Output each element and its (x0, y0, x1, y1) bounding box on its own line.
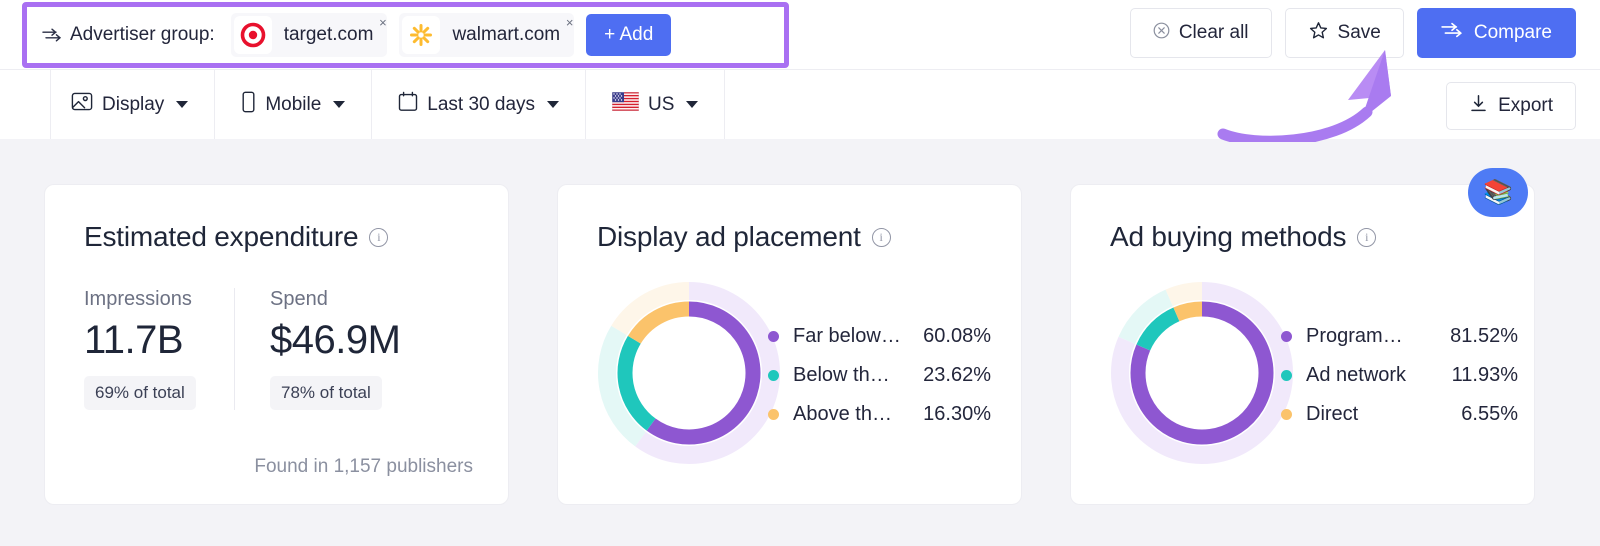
filter-country[interactable]: US (586, 70, 726, 139)
publishers-found-text: Found in 1,157 publishers (254, 456, 473, 477)
calendar-icon (398, 91, 418, 118)
filter-group: Display Mobile Last 30 days US (50, 70, 726, 139)
metric-value: 11.7B (84, 318, 184, 362)
star-icon (1308, 20, 1329, 47)
legend-item[interactable]: Direct 6.55% (1281, 403, 1518, 426)
legend-label: Above th… (793, 403, 892, 425)
chevron-down-icon (176, 101, 189, 108)
legend-color-swatch (768, 331, 779, 342)
help-resources-button[interactable]: 📚 (1468, 168, 1528, 217)
advertiser-chip-walmart[interactable]: walmart.com × (399, 13, 577, 57)
close-icon[interactable]: × (562, 15, 577, 30)
legend-item[interactable]: Ad network 11.93% (1281, 364, 1518, 387)
advertiser-chip-name: target.com (283, 24, 374, 45)
advertiser-group-label: Advertiser group: (70, 24, 215, 45)
export-label: Export (1498, 95, 1553, 116)
filter-row: Display Mobile Last 30 days US (0, 69, 1600, 139)
legend-label: Direct (1306, 403, 1359, 425)
legend-value: 60.08% (923, 325, 991, 347)
donut-chart-ad-buying-methods (1110, 281, 1294, 465)
legend-ad-buying-methods: Program… 81.52% Ad network 11.93% Direct… (1281, 325, 1518, 426)
filter-display-label: Display (102, 93, 165, 115)
clear-all-label: Clear all (1178, 22, 1249, 43)
toolbar-actions: Clear all Save Compare (1129, 8, 1576, 58)
donut-chart-display-ad-placement (597, 281, 781, 465)
chevron-down-icon (686, 101, 699, 108)
compare-label: Compare (1473, 22, 1552, 43)
legend-color-swatch (1281, 331, 1292, 342)
target-logo-icon (233, 16, 272, 54)
legend-value: 6.55% (1461, 403, 1518, 425)
status-badge: 78% of total (270, 376, 382, 410)
legend-value: 16.30% (923, 403, 991, 425)
legend-label: Far below… (793, 325, 901, 347)
compare-arrows-icon (1441, 22, 1463, 44)
card-ad-buying-methods: Ad buying methods i Program… 81.52% Ad n… (1070, 184, 1535, 505)
metrics-group: Impressions 11.7B 69% of total Spend $46… (84, 288, 419, 410)
metric-label: Impressions (84, 288, 192, 310)
top-toolbar: Advertiser group: target.com × walmart.c… (0, 0, 1600, 139)
legend-label: Ad network (1306, 364, 1407, 386)
legend-item[interactable]: Program… 81.52% (1281, 325, 1518, 348)
compare-arrows-icon (42, 25, 62, 45)
download-icon (1469, 94, 1488, 119)
walmart-logo-icon (402, 16, 441, 54)
legend-item[interactable]: Far below… 60.08% (768, 325, 991, 348)
status-badge: 69% of total (84, 376, 196, 410)
legend-color-swatch (1281, 409, 1292, 420)
image-icon (71, 91, 93, 118)
legend-color-swatch (768, 409, 779, 420)
legend-value: 81.52% (1450, 325, 1518, 347)
legend-label: Below th… (793, 364, 890, 386)
info-icon[interactable]: i (1357, 227, 1377, 247)
metric-spend: Spend $46.9M 78% of total (234, 288, 419, 410)
card-estimated-expenditure: Estimated expenditure i Impressions 11.7… (44, 184, 509, 505)
legend-label: Program… (1306, 325, 1403, 347)
filter-device[interactable]: Mobile (215, 70, 373, 139)
card-header: Display ad placement i (597, 221, 891, 253)
legend-item[interactable]: Above th… 16.30% (768, 403, 991, 426)
legend-display-ad-placement: Far below… 60.08% Below th… 23.62% Above… (768, 325, 991, 426)
save-button[interactable]: Save (1284, 8, 1404, 58)
filter-device-label: Mobile (265, 93, 322, 115)
card-display-ad-placement: Display ad placement i Far below… 60.08%… (557, 184, 1022, 505)
legend-value: 23.62% (923, 364, 991, 386)
card-header: Estimated expenditure i (84, 221, 389, 253)
advertiser-chip-name: walmart.com (452, 24, 561, 45)
save-label: Save (1337, 22, 1381, 43)
us-flag-icon (611, 91, 640, 117)
legend-item[interactable]: Below th… 23.62% (768, 364, 991, 387)
filter-display[interactable]: Display (50, 70, 216, 139)
page-title: Display ad placement (597, 221, 861, 252)
metric-impressions: Impressions 11.7B 69% of total (84, 288, 234, 410)
legend-color-swatch (1281, 370, 1292, 381)
chevron-down-icon (547, 101, 560, 108)
advertiser-chip-target[interactable]: target.com × (230, 13, 390, 57)
page-title: Ad buying methods (1110, 221, 1347, 252)
dashboard-cards: Estimated expenditure i Impressions 11.7… (0, 139, 1600, 546)
filter-country-label: US (648, 93, 675, 115)
legend-value: 11.93% (1451, 364, 1518, 386)
filter-date-range[interactable]: Last 30 days (372, 70, 587, 139)
clear-all-button[interactable]: Clear all (1129, 8, 1272, 58)
page-title: Estimated expenditure (84, 221, 359, 252)
advertiser-group-content: Advertiser group: target.com × walmart.c… (42, 10, 672, 60)
mobile-device-icon (241, 91, 256, 119)
metric-label: Spend (270, 288, 328, 310)
close-icon[interactable]: × (375, 15, 390, 30)
card-header: Ad buying methods i (1110, 221, 1377, 253)
books-icon: 📚 (1483, 179, 1513, 206)
add-advertiser-button[interactable]: + Add (586, 14, 672, 56)
info-icon[interactable]: i (369, 227, 389, 247)
chevron-down-icon (333, 101, 346, 108)
metric-value: $46.9M (270, 318, 401, 362)
compare-button[interactable]: Compare (1416, 8, 1576, 58)
legend-color-swatch (768, 370, 779, 381)
advertiser-group-row: Advertiser group: target.com × walmart.c… (0, 0, 1600, 69)
info-icon[interactable]: i (871, 227, 891, 247)
filter-date-range-label: Last 30 days (427, 93, 536, 115)
circle-x-icon (1153, 22, 1170, 45)
export-button[interactable]: Export (1446, 82, 1576, 130)
